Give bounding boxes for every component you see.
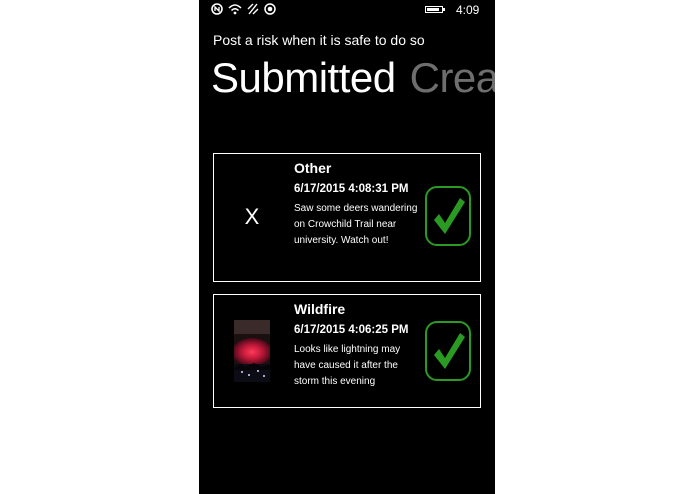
wifi-icon xyxy=(228,3,242,15)
checkmark-icon xyxy=(434,333,465,369)
risk-category: Other xyxy=(294,160,332,176)
status-check-button[interactable] xyxy=(425,186,471,246)
risk-description: Saw some deers wandering on Crowchild Tr… xyxy=(294,203,418,246)
status-bar: 4:09 xyxy=(199,0,495,22)
battery-fill xyxy=(427,8,439,11)
battery-icon xyxy=(425,6,443,13)
data-signal-icon xyxy=(247,3,259,15)
risk-list-item[interactable]: Wildfire 6/17/2015 4:06:25 PM Looks like… xyxy=(213,294,481,408)
risk-list-item[interactable]: X Other 6/17/2015 4:08:31 PM Saw some de… xyxy=(213,153,481,282)
risk-category: Wildfire xyxy=(294,301,346,317)
battery-tip xyxy=(443,8,445,11)
checkmark-icon xyxy=(434,198,465,234)
status-icons xyxy=(211,3,276,15)
risk-description: Looks like lightning may have caused it … xyxy=(294,344,401,387)
app-subtitle: Post a risk when it is safe to do so xyxy=(213,32,425,48)
risk-photo-thumbnail xyxy=(234,320,270,382)
status-clock: 4:09 xyxy=(456,3,480,17)
phone-screen: 4:09 Post a risk when it is safe to do s… xyxy=(199,0,495,494)
risk-details: Other 6/17/2015 4:08:31 PM Saw some deer… xyxy=(294,160,422,249)
location-icon xyxy=(264,3,276,15)
nfc-icon xyxy=(211,3,223,15)
tab-create[interactable]: Crea xyxy=(410,54,495,101)
status-check-button[interactable] xyxy=(425,321,471,381)
risk-details: Wildfire 6/17/2015 4:06:25 PM Looks like… xyxy=(294,301,422,390)
pivot-header: Submitted Crea xyxy=(211,54,495,102)
risk-timestamp: 6/17/2015 4:06:25 PM xyxy=(294,324,409,336)
risk-timestamp: 6/17/2015 4:08:31 PM xyxy=(294,183,409,195)
no-image-placeholder: X xyxy=(244,204,260,229)
tab-submitted[interactable]: Submitted xyxy=(211,54,396,101)
